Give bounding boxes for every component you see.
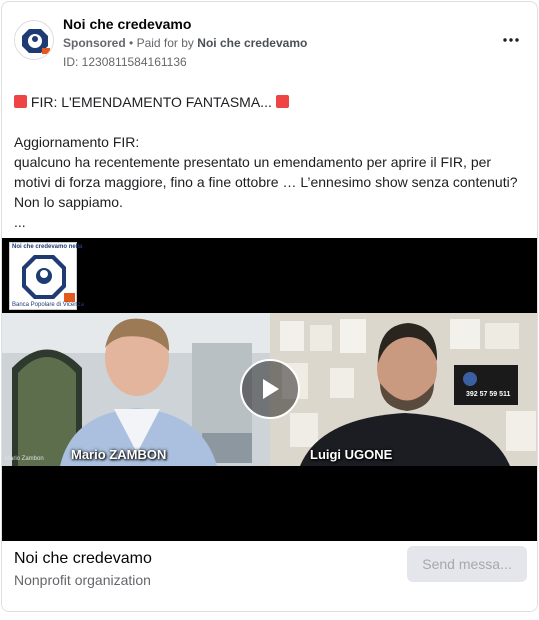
body-line-4: ... [14, 214, 26, 230]
right-speaker-image [270, 313, 537, 466]
ad-body-text: FIR: L'EMENDAMENTO FANTASMA... Aggiornam… [14, 92, 530, 232]
page-name-link[interactable]: Noi che credevamo [63, 16, 191, 32]
sponsored-label: Sponsored [63, 36, 126, 50]
play-icon [263, 379, 279, 399]
body-line-2: qualcuno ha recentemente presentato un e… [14, 154, 518, 190]
more-horizontal-icon [503, 38, 519, 42]
headline-text: FIR: L'EMENDAMENTO FANTASMA... [30, 94, 272, 110]
page-avatar[interactable] [14, 20, 54, 60]
left-small-caption: Mario Zambon [5, 456, 44, 462]
red-square-icon [275, 95, 289, 108]
paid-for-by-name[interactable]: Noi che credevamo [197, 36, 307, 50]
right-speaker-panel: 392 57 59 511 Luigi UGONE [270, 313, 537, 466]
headline-line: FIR: L'EMENDAMENTO FANTASMA... [14, 92, 530, 112]
video-logo: Noi che credevamo nella Banca Popolare d… [9, 242, 84, 310]
left-speaker-image [2, 313, 270, 466]
ad-id: ID: 1230811584161136 [63, 55, 187, 69]
ad-footer: Noi che credevamo Nonprofit organization… [2, 541, 537, 611]
body-line-3: Non lo sappiamo. [14, 194, 123, 210]
video-media[interactable]: Noi che credevamo nella Banca Popolare d… [2, 238, 537, 541]
separator-dot: • [129, 36, 134, 50]
poster-phone: 392 57 59 511 [466, 391, 511, 398]
video-top-bar: Noi che credevamo nella Banca Popolare d… [2, 238, 537, 313]
logo-bottom-text: Banca Popolare di Vicenza [12, 302, 84, 308]
footer-category: Nonprofit organization [14, 572, 151, 588]
logo-octagon-icon [22, 255, 75, 302]
sponsored-line: Sponsored • Paid for by Noi che credevam… [63, 36, 307, 50]
body-line-1: Aggiornamento FIR: [14, 134, 140, 150]
paid-for-by-label: Paid for by [136, 36, 194, 50]
right-speaker-name: Luigi UGONE [310, 447, 393, 462]
footer-page-name[interactable]: Noi che credevamo [14, 550, 152, 568]
ad-header: Noi che credevamo Sponsored • Paid for b… [2, 2, 537, 82]
more-options-button[interactable] [499, 30, 523, 50]
send-message-button[interactable]: Send messa... [407, 546, 527, 582]
avatar-logo-icon [15, 21, 53, 59]
play-button[interactable] [240, 359, 300, 419]
left-speaker-panel: Mario Zambon Mario ZAMBON [2, 313, 270, 466]
red-square-icon [14, 95, 27, 108]
left-speaker-name: Mario ZAMBON [71, 447, 167, 462]
video-bottom-bar [2, 466, 537, 541]
ad-card: Noi che credevamo Sponsored • Paid for b… [1, 1, 538, 612]
